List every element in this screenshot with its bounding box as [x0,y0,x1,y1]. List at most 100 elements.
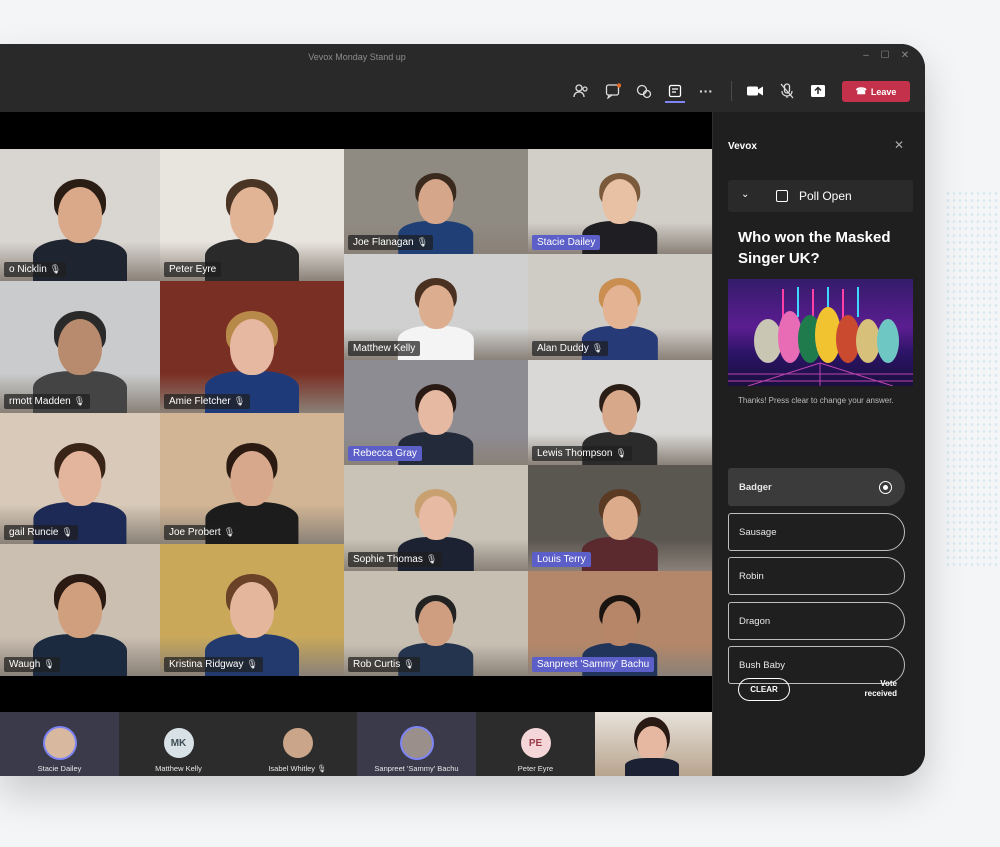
poll-question: Who won the Masked Singer UK? [738,229,891,267]
video-tile[interactable]: Rob Curtis 🎙 [344,571,528,676]
poll-option[interactable]: Badger [728,468,905,506]
participant-name-tag: o Nicklin 🎙 [4,262,67,277]
microphone-icon: 🎙 [49,264,62,274]
poll-option-label: Badger [739,481,772,493]
microphone-icon: 🎙 [416,237,429,247]
microphone-icon: 🎙 [591,343,604,353]
participants-icon[interactable] [571,81,591,101]
share-screen-icon[interactable] [808,81,828,101]
participant-name-tag: Amie Fletcher 🎙 [164,394,251,409]
participant-name: Sophie Thomas [353,554,423,565]
reactions-icon[interactable] [634,81,654,101]
video-stage: o Nicklin 🎙 Peter Eyre Joe Flanagan 🎙 St… [0,112,712,776]
microphone-muted-icon[interactable] [777,81,797,101]
video-tile[interactable]: Rebecca Gray [344,360,528,465]
vote-status: Vote received [864,679,897,698]
participant-name-tag: Waugh 🎙 [4,657,60,672]
participant-name: Joe Flanagan [353,237,414,248]
avatar [44,728,75,758]
video-tile[interactable]: Lewis Thompson 🎙 [528,360,712,465]
strip-participant-name: Matthew Kelly [155,764,202,773]
video-tile[interactable]: Waugh 🎙 [0,544,160,676]
camera-icon[interactable] [745,81,765,101]
participant-name-tag: Joe Probert 🎙 [164,525,241,540]
poll-option[interactable]: Sausage [728,513,905,551]
poll-option-label: Sausage [739,526,777,538]
poll-option[interactable]: Dragon [728,602,905,640]
phone-hangup-icon: ☎ [855,86,867,96]
participant-name-tag: Matthew Kelly [348,341,421,356]
video-tile[interactable]: rmott Madden 🎙 [0,281,160,413]
participant-name: Louis Terry [537,554,586,565]
poll-thanks-message: Thanks! Press clear to change your answe… [738,396,894,405]
participant-name: Rob Curtis [353,659,401,670]
strip-participant[interactable]: Isabel Whitley 🎙 [238,712,357,776]
strip-participant[interactable]: Sanpreet 'Sammy' Bachu [357,712,476,776]
strip-participant-name: Stacie Dailey [37,764,82,773]
participant-name-tag: Alan Duddy 🎙 [532,341,609,356]
participant-name: Matthew Kelly [353,343,416,354]
window-title: Vevox Monday Stand up [308,52,406,62]
video-tile[interactable]: Louis Terry [528,465,712,571]
video-tile[interactable]: Peter Eyre [160,149,344,281]
video-tile[interactable]: Alan Duddy 🎙 [528,254,712,360]
poll-option-label: Bush Baby [739,659,785,671]
close-window-icon[interactable]: ✕ [898,50,912,61]
strip-participant[interactable]: MK Matthew Kelly [119,712,238,776]
microphone-icon: 🎙 [43,659,55,669]
participant-name-tag: rmott Madden 🎙 [4,394,91,409]
leave-label: Leave [870,86,897,97]
clear-button[interactable]: CLEAR [738,678,790,701]
participant-name-tag: gail Runcie 🎙 [4,525,78,540]
avatar [401,728,432,758]
participant-name-tag: Kristina Ridgway 🎙 [164,657,263,672]
video-tile[interactable]: Stacie Dailey [528,149,712,254]
toolbar-divider [731,81,732,101]
microphone-icon: 🎙 [73,396,86,406]
minimize-icon[interactable]: – [859,50,873,61]
participant-name: Alan Duddy [537,343,589,354]
poll-header[interactable]: ⌄ Poll Open [728,180,913,212]
strip-participant-name: Peter Eyre [517,764,554,773]
self-video-thumbnail[interactable] [595,712,712,776]
microphone-icon: 🎙 [425,554,438,564]
video-tile[interactable]: Joe Probert 🎙 [160,413,344,544]
participant-name-tag: Lewis Thompson 🎙 [532,446,632,461]
avatar: MK [163,728,194,758]
meeting-toolbar: ··· ☎ Leave [0,70,925,112]
microphone-icon: 🎙 [317,764,327,773]
participant-name-tag: Sanpreet 'Sammy' Bachu [532,657,655,672]
participant-name: Amie Fletcher [169,396,231,407]
strip-participant-name: Isabel Whitley 🎙 [268,764,327,773]
participant-name: Stacie Dailey [537,237,596,248]
video-tile[interactable]: Kristina Ridgway 🎙 [160,544,344,676]
participant-name-tag: Sophie Thomas 🎙 [348,552,443,567]
participant-name-tag: Peter Eyre [164,262,222,277]
close-panel-icon[interactable]: ✕ [894,138,904,152]
participant-name: Sanpreet 'Sammy' Bachu [537,659,650,670]
avatar [282,728,313,758]
chat-icon[interactable] [603,81,623,101]
participant-name: Waugh [9,659,41,670]
microphone-icon: 🎙 [61,527,73,537]
video-tile[interactable]: Sophie Thomas 🎙 [344,465,528,571]
poll-option[interactable]: Robin [728,557,905,595]
strip-participant[interactable]: PE Peter Eyre [476,712,595,776]
participant-name-tag: Rob Curtis 🎙 [348,657,420,672]
video-tile[interactable]: Amie Fletcher 🎙 [160,281,344,413]
video-tile[interactable]: gail Runcie 🎙 [0,413,160,544]
poll-option-label: Dragon [739,615,771,627]
strip-participant[interactable]: Stacie Dailey [0,712,119,776]
apps-icon[interactable] [665,81,685,103]
video-tile[interactable]: Sanpreet 'Sammy' Bachu [528,571,712,676]
participant-name: Peter Eyre [169,264,217,275]
participant-name-tag: Joe Flanagan 🎙 [348,235,434,250]
maximize-icon[interactable]: ☐ [878,50,892,61]
microphone-icon: 🎙 [223,527,236,537]
leave-button[interactable]: ☎ Leave [842,81,910,102]
video-tile[interactable]: o Nicklin 🎙 [0,149,160,281]
video-tile[interactable]: Matthew Kelly [344,254,528,360]
more-options-icon[interactable]: ··· [696,81,716,101]
video-tile[interactable]: Joe Flanagan 🎙 [344,149,528,254]
chevron-down-icon[interactable]: ⌄ [741,189,749,200]
